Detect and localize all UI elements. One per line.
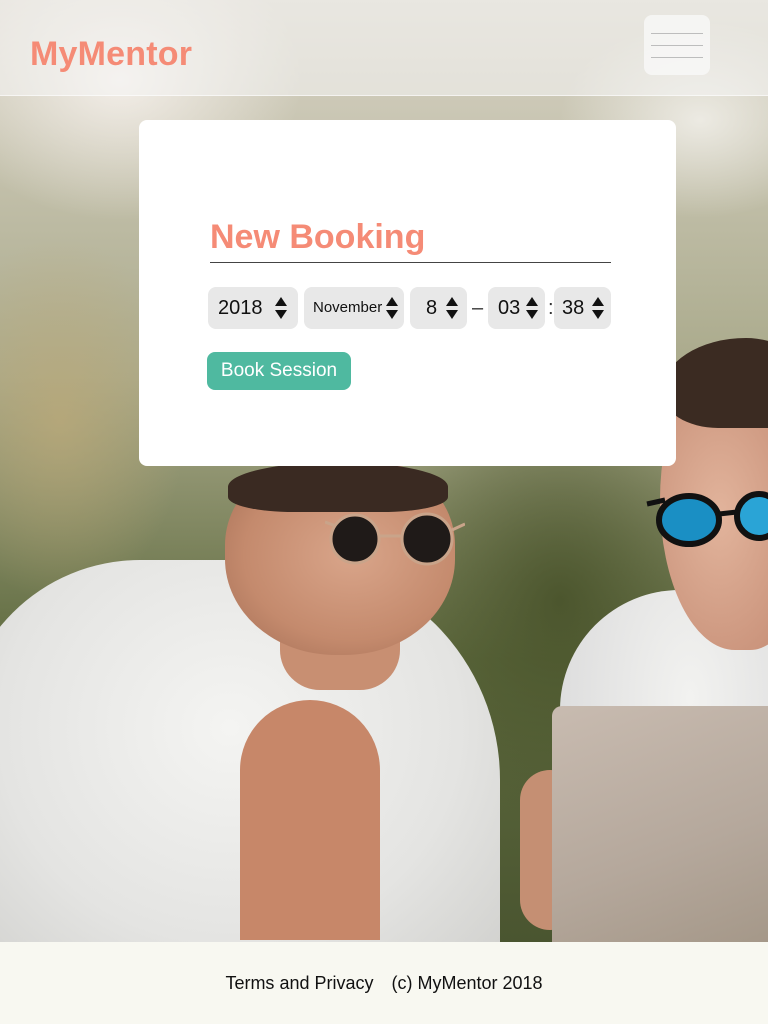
photo-sunglasses-left [325, 512, 465, 566]
app-header: MyMentor [0, 0, 768, 96]
day-select[interactable]: 8 [410, 287, 467, 329]
app-footer: Terms and Privacy (c) MyMentor 2018 [0, 942, 768, 1024]
up-down-arrows-icon [275, 297, 287, 319]
hamburger-menu-icon [651, 32, 703, 34]
month-value: November [313, 299, 383, 316]
year-select[interactable]: 2018 [208, 287, 298, 329]
hour-value: 03 [498, 297, 521, 319]
book-session-button[interactable]: Book Session [207, 352, 351, 390]
month-select[interactable]: November [304, 287, 404, 329]
up-down-arrows-icon [386, 297, 398, 319]
photo-arm-left [240, 700, 380, 940]
year-value: 2018 [218, 297, 263, 319]
up-down-arrows-icon [446, 297, 458, 319]
photo-sunglasses-right [646, 491, 768, 547]
terms-privacy-link[interactable]: Terms and Privacy [225, 973, 373, 994]
day-value: 8 [426, 297, 438, 319]
hour-select[interactable]: 03 [488, 287, 545, 329]
copyright-text: (c) MyMentor 2018 [391, 972, 543, 993]
time-separator: : [548, 297, 554, 319]
hamburger-menu-icon-bar [651, 44, 703, 46]
page-title: New Booking [210, 216, 611, 263]
photo-hair-left [228, 462, 448, 512]
photo-laptop [552, 706, 768, 942]
photo-hair-right [662, 338, 768, 428]
up-down-arrows-icon [592, 297, 604, 319]
brand-logo[interactable]: MyMentor [30, 34, 192, 74]
date-time-separator: – [472, 297, 484, 319]
minute-select[interactable]: 38 [554, 287, 611, 329]
hamburger-menu-icon-bar [651, 56, 703, 58]
minute-value: 38 [562, 297, 585, 319]
booking-card: New Booking 2018 November 8 – 03: 38 Bo… [139, 120, 676, 466]
hamburger-menu-button[interactable] [644, 15, 710, 75]
up-down-arrows-icon [526, 297, 538, 319]
